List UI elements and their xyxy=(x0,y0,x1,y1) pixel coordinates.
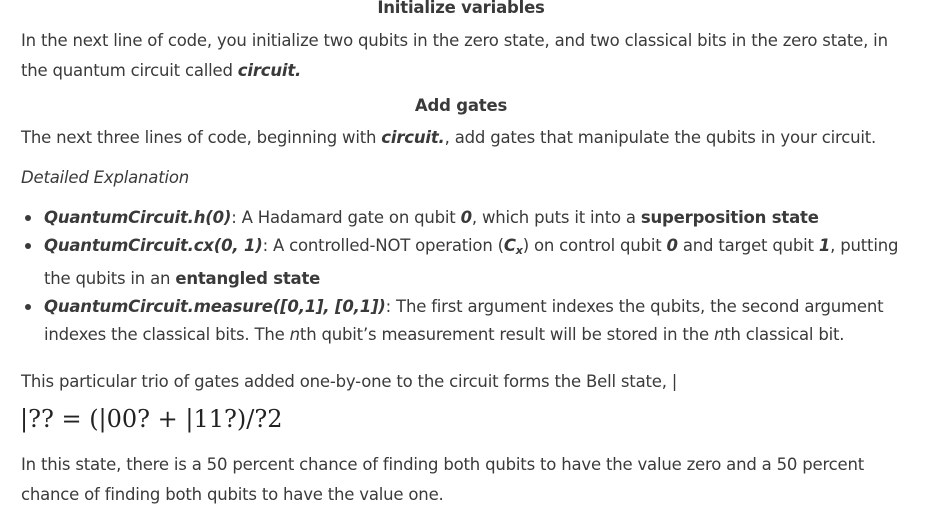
code-hadamard: QuantumCircuit.h(0) xyxy=(44,208,232,227)
gate-bullet-list: QuantumCircuit.h(0): A Hadamard gate on … xyxy=(21,204,901,349)
bullet-hadamard: QuantumCircuit.h(0): A Hadamard gate on … xyxy=(21,204,901,232)
paragraph-gates-text-after: , add gates that manipulate the qubits i… xyxy=(444,128,877,147)
bullet-measure-n1: n xyxy=(289,325,300,344)
heading-add-gates: Add gates xyxy=(414,96,508,115)
code-measure: QuantumCircuit.measure([0,1], [0,1]) xyxy=(44,297,386,316)
bullet-cnot-operator: Cx xyxy=(503,236,523,257)
bullet-cnot-operator-sub: x xyxy=(515,244,523,257)
bullet-cnot-text-b: ) on control qubit xyxy=(522,236,667,255)
paragraph-initialize-text: In the next line of code, you initialize… xyxy=(21,31,888,80)
bullet-measure-n2: n xyxy=(713,325,725,344)
bullet-cnot-strong: entangled state xyxy=(175,269,321,288)
bullet-cnot-text-c: and target qubit xyxy=(677,236,819,255)
paragraph-gates-emphasis: circuit. xyxy=(381,128,445,147)
bullet-cnot-control: 0 xyxy=(666,236,678,255)
bullet-measure: QuantumCircuit.measure([0,1], [0,1]): Th… xyxy=(21,293,901,349)
paragraph-probability: In this state, there is a 50 percent cha… xyxy=(21,455,865,504)
bullet-cnot-text-a: : A controlled-NOT operation ( xyxy=(262,236,504,255)
bullet-hadamard-strong: superposition state xyxy=(640,208,819,227)
bullet-cnot: QuantumCircuit.cx(0, 1): A controlled-NO… xyxy=(21,232,901,293)
heading-initialize-variables: Initialize variables xyxy=(377,0,545,17)
bullet-measure-text-c: th classical bit. xyxy=(724,325,845,344)
paragraph-initialize: In the next line of code, you initialize… xyxy=(21,26,901,86)
bullet-measure-text-b: th qubit’s measurement result will be st… xyxy=(299,325,714,344)
bullet-cnot-operator-main: C xyxy=(503,236,516,255)
detailed-explanation-label: Detailed Explanation xyxy=(21,168,190,187)
bullet-hadamard-text-a: : A Hadamard gate on qubit xyxy=(231,208,461,227)
paragraph-bell-state: This particular trio of gates added one-… xyxy=(21,372,678,391)
paragraph-initialize-emphasis: circuit. xyxy=(237,61,302,80)
bullet-cnot-target: 1 xyxy=(818,236,831,255)
bullet-hadamard-text-b: , which puts it into a xyxy=(471,208,641,227)
bell-state-formula: |?? = (|00? + |11?)/?2 xyxy=(20,405,283,433)
paragraph-gates-text-before: The next three lines of code, beginning … xyxy=(21,128,382,147)
code-cnot: QuantumCircuit.cx(0, 1) xyxy=(44,236,263,255)
paragraph-add-gates: The next three lines of code, beginning … xyxy=(21,126,876,150)
bullet-hadamard-qubit: 0 xyxy=(460,208,472,227)
